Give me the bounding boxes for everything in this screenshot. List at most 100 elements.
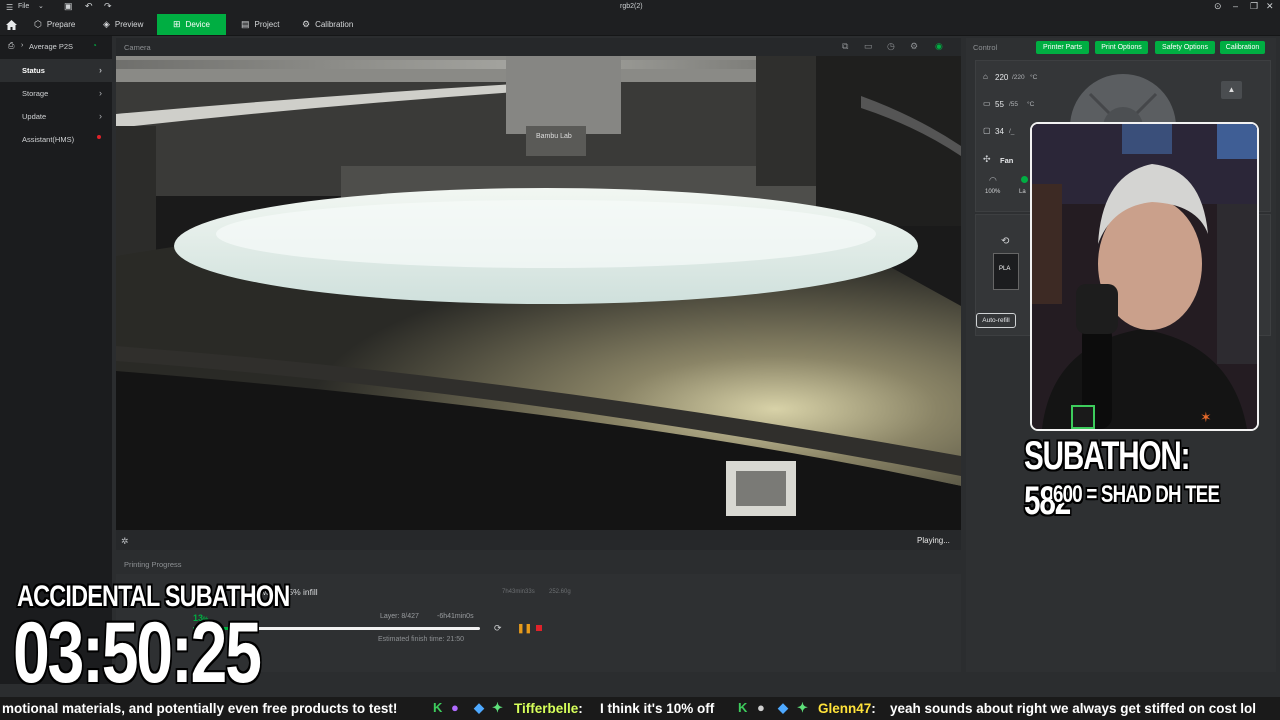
camera-feed: Bambu Lab [116,56,961,530]
sidebar-item-label: Update [22,112,47,121]
nozzle-target[interactable]: /220 [1012,74,1025,81]
device-icon: ⊞ [173,19,181,29]
nozzle-temp[interactable]: 220 [995,73,1008,82]
print-time-meta: 7h43min33s [502,589,535,595]
sidebar-item-storage[interactable]: Storage › [0,82,112,105]
badge-icon: ✦ [492,700,503,715]
chevron-right-icon: › [21,42,24,49]
subathon-goal: 600 = SHAD DH TEE [1053,481,1220,508]
chat-username: Tifferbelle: [514,701,583,716]
progress-title: Printing Progress [124,560,182,569]
chat-username-text: Glenn47 [818,701,872,716]
tab-preview[interactable]: ◈ Preview [103,14,143,35]
project-icon: ▤ [241,19,250,29]
fan-speed: 100% [985,189,1001,195]
bed-unit: °C [1027,101,1035,108]
chat-ticker: motional materials, and potentially even… [0,697,1280,720]
tab-label: Project [254,20,280,29]
tab-label: Calibration [315,20,354,29]
tab-prepare[interactable]: ⬡ Prepare [34,14,75,35]
fan-label: Fan [1000,156,1014,165]
subathon-timer: 03:50:25 [13,605,262,701]
badge-icon: ✦ [797,700,808,715]
safety-options-button[interactable]: Safety Options [1155,41,1215,54]
progress-header: Printing Progress [116,554,961,574]
sidebar-item-hms[interactable]: Assistant(HMS) [0,128,112,151]
subathon-count: SUBATHON: 582 [1024,434,1191,523]
home-icon [5,19,17,30]
calibration-icon: ⚙ [302,19,311,29]
sidebar-item-label: Status [22,66,45,75]
help-icon[interactable]: ⊙ [1214,1,1222,12]
tab-device[interactable]: ⊞ Device [157,14,226,35]
printer-parts-button[interactable]: Printer Parts [1036,41,1089,54]
filament-slot[interactable]: PLA [993,253,1019,290]
title-bar: ☰ File ⌄ ▣ ↶ ↷ rgb2(2) ⊙ – ❐ ✕ [0,0,1280,14]
tab-project[interactable]: ▤ Project [241,14,279,35]
alert-dot [97,135,101,139]
refresh-icon[interactable]: ⟳ [494,623,502,634]
z-up-button[interactable]: ▲ [1221,81,1242,99]
badge-icon: ● [451,700,459,715]
chamber-icon: ▢ [983,126,991,135]
home-tab[interactable] [0,14,22,35]
badge-icon: ◆ [778,700,788,715]
tab-calibration[interactable]: ⚙ Calibration [302,14,353,35]
printer-selector[interactable]: ⎙ › Average P2S ◔ [0,36,112,56]
printer-brand-label: Bambu Lab [536,133,572,140]
stop-button[interactable] [536,625,542,631]
logo-mark: ✶ [1200,409,1212,425]
save-icon[interactable]: ▣ [64,1,73,12]
bed-target[interactable]: /55 [1009,101,1018,108]
chevron-right-icon: › [99,88,102,98]
filament-weight-meta: 252.60g [549,589,571,595]
lamp-toggle[interactable] [1021,176,1028,183]
sidebar-item-update[interactable]: Update › [0,105,112,128]
cube-icon: ⬡ [34,19,42,29]
chat-username-text: Tifferbelle [514,701,579,716]
calibration-button[interactable]: Calibration [1220,41,1265,54]
sidebar-item-label: Assistant(HMS) [22,135,75,144]
camera-settings-icon[interactable]: ⚙ [910,41,918,52]
ticker-lead-text: motional materials, and potentially even… [2,701,398,716]
sidebar-item-status[interactable]: Status › [0,59,112,82]
fan-gauge-icon[interactable]: ◠ [989,175,997,186]
minimize-icon[interactable]: – [1233,1,1238,11]
print-options-button[interactable]: Print Options [1095,41,1148,54]
kick-icon: K [738,700,748,715]
ams-refresh-icon[interactable]: ⟲ [1001,236,1009,247]
kick-icon: K [433,700,443,715]
preview-icon: ◈ [103,19,110,29]
badge-icon: ◆ [474,700,484,715]
maximize-icon[interactable]: ❐ [1250,1,1258,12]
chat-username: Glenn47: [818,701,876,716]
printer-name: Average P2S [29,42,74,51]
control-title: Control [973,43,998,52]
tab-label: Prepare [46,20,76,29]
pause-button[interactable]: ❚❚ [517,623,532,634]
filament-type: PLA [999,266,1011,272]
camera-panel: Camera ⧉ ▭ ◷ ⚙ ◉ Bambu Lab ✲ Playing... [116,38,961,550]
undo-icon[interactable]: ↶ [85,1,93,12]
chevron-right-icon: › [99,111,102,121]
redo-icon[interactable]: ↷ [104,1,112,12]
camera-title: Camera [124,43,151,52]
camera-switch-icon[interactable]: ⧉ [842,41,848,52]
menu-icon[interactable]: ☰ [6,3,13,12]
timelapse-icon[interactable]: ◷ [887,41,895,52]
layer-count: Layer: 8/427 [380,613,419,620]
snapshot-icon[interactable]: ✲ [121,536,129,547]
chevron-down-icon[interactable]: ⌄ [38,2,44,10]
close-icon[interactable]: ✕ [1266,1,1274,12]
file-menu[interactable]: File [18,3,29,10]
streamer-image: ✶ [1032,124,1257,429]
fan-icon: ✣ [983,154,991,164]
record-video-icon[interactable]: ▭ [864,41,873,52]
auto-refill-button[interactable]: Auto-refill [976,313,1016,328]
wifi-icon: ◔ [92,41,97,50]
badge-icon: ● [757,700,765,715]
liveview-status-icon: ◉ [935,41,943,51]
chamber-temp: 34 [995,127,1004,136]
bed-temp[interactable]: 55 [995,100,1004,109]
streamer-webcam: ✶ [1030,122,1259,431]
